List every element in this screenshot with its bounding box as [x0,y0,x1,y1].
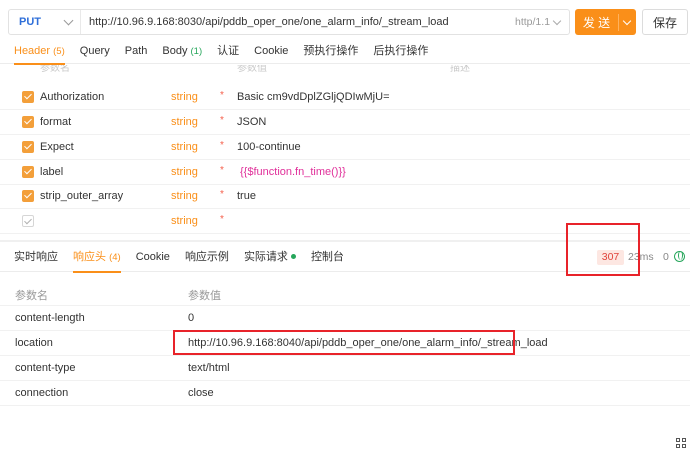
header-row: strip_outer_array string * true [0,184,690,209]
response-tab[interactable]: 控制台 [311,244,344,272]
column-name: 参数名 [15,290,48,302]
header-value[interactable]: {{$function.fn_time()}} [240,166,346,178]
url-bar: PUT http://10.96.9.168:8030/api/pddb_ope… [8,9,570,35]
request-tab-label: 后执行操作 [373,44,429,57]
url-input[interactable]: http://10.96.9.168:8030/api/pddb_oper_on… [81,16,515,28]
request-tab-count: (5) [53,45,65,57]
request-tab-label: Body [162,44,188,57]
header-value[interactable]: JSON [237,116,266,128]
response-tab-count: (4) [109,251,121,263]
location-highlight-box [173,330,515,355]
save-button[interactable]: 保存 [642,9,688,35]
request-tab-label: Cookie [254,44,289,57]
response-header-value: close [188,387,214,399]
required-marker: * [220,189,224,200]
response-tab[interactable]: 响应头 (4) [73,244,121,273]
response-tab-label: 实际请求 [243,250,288,263]
response-tab-label: 响应示例 [184,250,229,263]
header-params-table: Authorization string * Basic cm9vdDplZGljQD… [0,65,690,237]
header-key[interactable]: label [40,166,63,178]
request-tab[interactable]: 认证 [217,40,239,64]
response-tab[interactable]: Cookie [136,244,170,272]
row-checkbox[interactable] [22,141,34,153]
request-tab-label: 认证 [217,44,240,57]
header-row: Expect string * 100-continue [0,135,690,160]
chevron-down-icon [63,15,74,25]
request-tab[interactable]: Cookie [254,40,288,64]
header-value[interactable]: Basic cm9vdDplZGljQDIwMjU= [237,91,390,103]
chevron-down-icon[interactable] [622,16,632,25]
response-tab[interactable]: 实际请求 [244,244,296,272]
chevron-down-icon [552,16,562,25]
header-key[interactable]: Authorization [40,91,104,103]
header-type[interactable]: string [171,116,198,128]
request-tab-label: Header [14,44,51,57]
header-type[interactable]: string [171,215,198,227]
header-type[interactable]: string [171,141,198,153]
response-header-row: content-type text/html [0,356,690,381]
header-type[interactable]: string [171,166,198,178]
required-marker: * [220,115,224,126]
response-tab-label: 控制台 [310,250,344,263]
response-header-name: location [15,337,53,349]
required-marker: * [220,90,224,101]
header-row: Authorization string * Basic cm9vdDplZGljQD… [0,85,690,110]
response-tab-label: 响应头 [73,250,106,263]
response-size: 0 [663,251,669,263]
grid-icon[interactable] [676,438,686,448]
request-tabs: Header (5) Query Path Body (1) 认证 Cookie 预执行操作… [0,40,690,65]
header-value[interactable]: true [237,190,256,202]
status-dot-icon [290,254,296,260]
status-highlight-box [566,223,640,276]
send-label: 发 送 [575,13,619,31]
row-checkbox[interactable] [22,190,34,202]
request-tab-label: Path [124,44,148,57]
response-header-row: connection close [0,381,690,406]
method-label: PUT [19,16,41,28]
header-row: format string * JSON [0,110,690,135]
response-header-name: content-length [15,312,85,324]
header-type[interactable]: string [171,190,198,202]
response-header-name: content-type [15,362,76,374]
response-table-header: 参数名 参数值 [0,281,690,306]
method-select[interactable]: PUT [9,10,81,34]
protocol-select[interactable]: http/1.1 [515,16,569,28]
response-header-row: content-length 0 [0,306,690,331]
response-tab[interactable]: 响应示例 [185,244,229,272]
request-tab-count: (1) [190,45,203,57]
request-tab[interactable]: 后执行操作 [373,40,428,64]
request-tab-label: Query [79,44,110,57]
column-value: 参数值 [188,290,221,302]
row-checkbox[interactable] [22,166,34,178]
header-row: label string * {{$function.fn_time()}} [0,160,690,185]
request-tab[interactable]: Path [125,40,148,64]
response-tab-label: 实时响应 [14,250,58,263]
row-checkbox[interactable] [22,116,34,128]
row-checkbox[interactable] [22,215,34,227]
header-type[interactable]: string [171,91,198,103]
header-value[interactable]: 100-continue [237,141,301,153]
response-header-value: 0 [188,312,195,324]
send-button[interactable]: 发 送 [575,9,636,35]
protocol-label: http/1.1 [515,16,551,28]
header-key[interactable]: Expect [40,141,74,153]
request-tab[interactable]: 预执行操作 [303,40,358,64]
header-key[interactable]: strip_outer_array [40,190,123,202]
response-header-name: connection [15,387,69,399]
request-tab[interactable]: Body (1) [162,40,202,64]
required-marker: * [220,214,224,225]
request-tab[interactable]: Header (5) [14,40,65,65]
required-marker: * [220,140,224,151]
request-tab-label: 预执行操作 [303,44,359,57]
response-tab[interactable]: 实时响应 [14,244,58,272]
response-tab-label: Cookie [135,250,170,263]
row-checkbox[interactable] [22,91,34,103]
required-marker: * [220,165,224,176]
response-header-value: text/html [188,362,230,374]
header-key[interactable]: format [40,116,71,128]
request-tab[interactable]: Query [80,40,110,64]
globe-icon[interactable] [674,251,685,262]
